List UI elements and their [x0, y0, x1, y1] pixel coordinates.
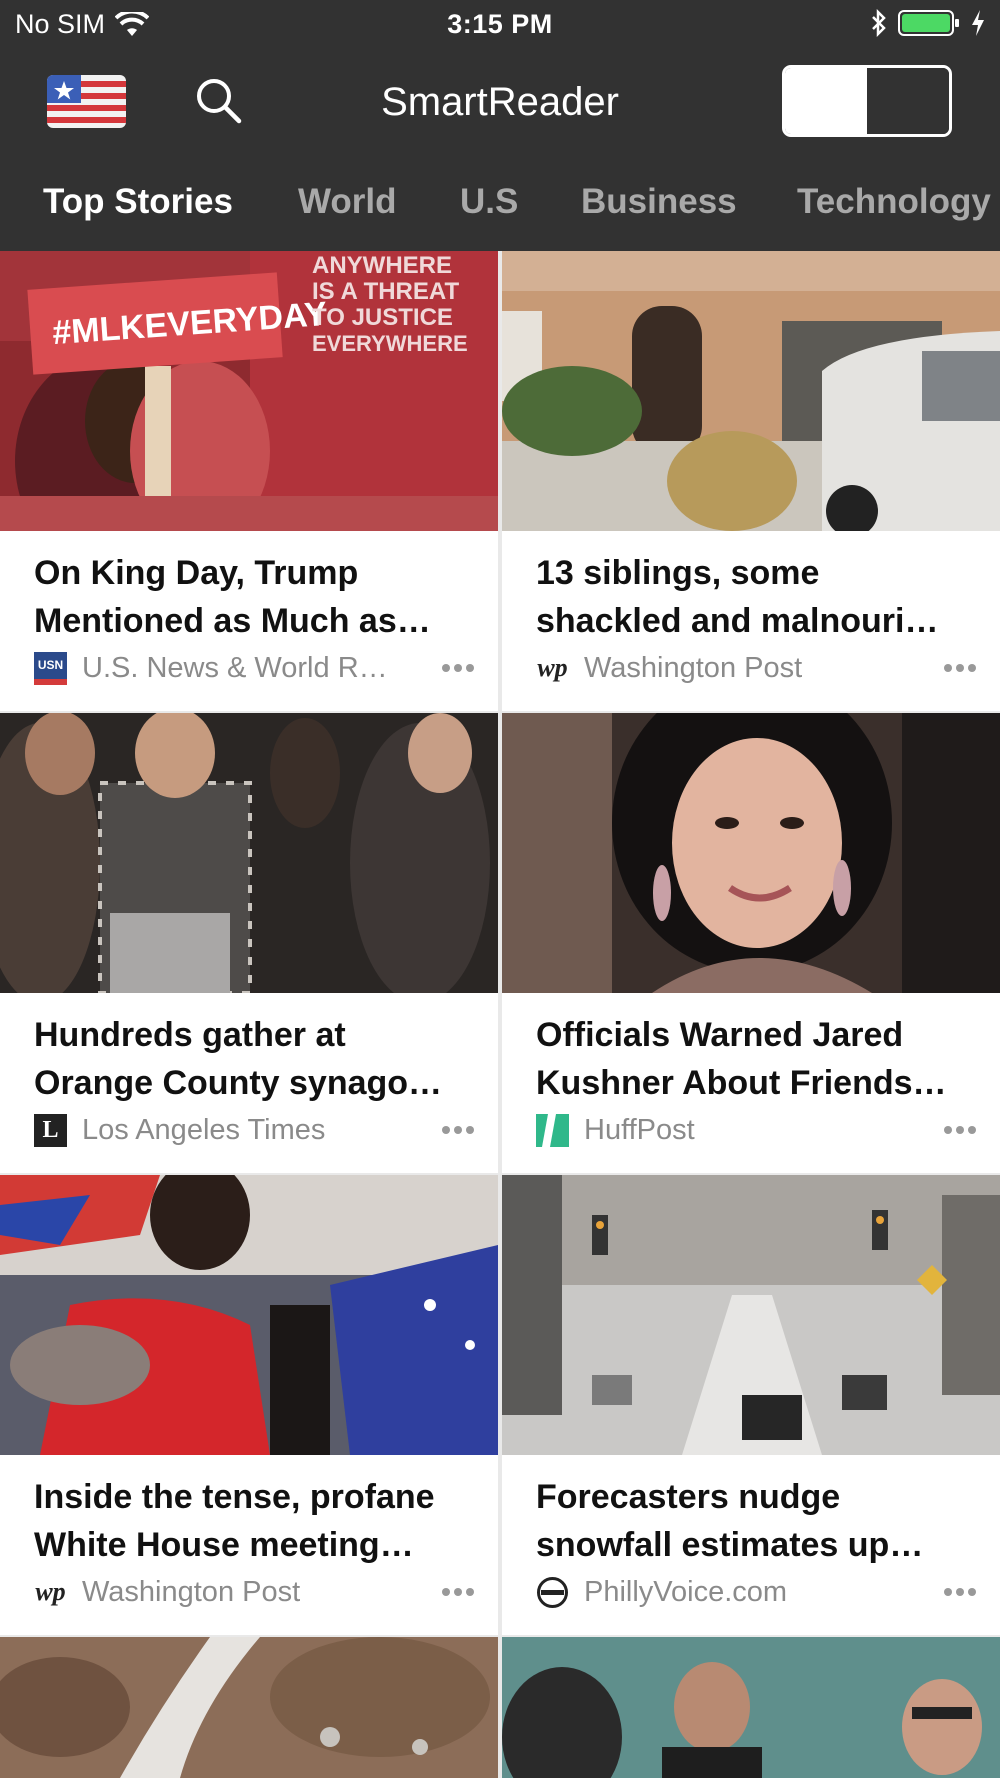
article-source[interactable]: Los Angeles Times [82, 1114, 434, 1147]
article-card[interactable]: Officials Warned Jared Kushner About Fri… [502, 713, 1000, 1173]
article-card[interactable]: 13 siblings, some shackled and malnouri…… [502, 251, 1000, 711]
article-image [502, 1175, 1000, 1455]
dark-mode-option[interactable] [867, 68, 949, 134]
article-card[interactable] [502, 1637, 1000, 1778]
category-tabs: Top Stories World U.S Business Technolog… [0, 170, 1000, 240]
tab-business[interactable]: Business [581, 182, 737, 222]
light-mode-option[interactable] [785, 68, 867, 134]
article-headline: Inside the tense, profane White House me… [34, 1478, 435, 1564]
more-options-icon[interactable] [936, 1574, 976, 1610]
article-source[interactable]: Washington Post [584, 652, 936, 685]
more-options-icon[interactable] [936, 650, 976, 686]
more-options-icon[interactable] [936, 1112, 976, 1148]
tab-top-stories[interactable]: Top Stories [43, 182, 233, 222]
article-headline: 13 siblings, some shackled and malnouri… [536, 554, 939, 640]
article-source[interactable]: Washington Post [82, 1576, 434, 1609]
article-meta: wp Washington Post [34, 1574, 474, 1610]
article-card[interactable]: Forecasters nudge snowfall estimates up…… [502, 1175, 1000, 1635]
article-image: #MLKEVERYDAY ANYWHERE IS A THREAT TO JUS… [0, 251, 498, 531]
shirt-text-2: IS A THREAT [312, 278, 459, 305]
article-meta: USN U.S. News & World R… [34, 650, 474, 686]
article-image [0, 1175, 498, 1455]
shirt-text-1: ANYWHERE [312, 252, 452, 279]
more-options-icon[interactable] [434, 1574, 474, 1610]
article-source[interactable]: HuffPost [584, 1114, 936, 1147]
usn-logo-icon: USN [34, 651, 67, 685]
article-card[interactable]: Inside the tense, profane White House me… [0, 1175, 498, 1635]
tab-us[interactable]: U.S [460, 182, 518, 222]
article-image [502, 1637, 1000, 1778]
article-card[interactable]: Hundreds gather at Orange County synago…… [0, 713, 498, 1173]
app-bar: SmartReader [0, 58, 1000, 148]
article-image [0, 713, 498, 993]
status-bar: No SIM 3:15 PM [0, 0, 1000, 50]
wp-logo-icon: wp [537, 653, 568, 682]
theme-toggle[interactable] [782, 65, 952, 137]
article-meta: wp Washington Post [536, 650, 976, 686]
article-meta: L Los Angeles Times [34, 1112, 474, 1148]
battery-icon [898, 10, 959, 36]
shirt-text-3: TO JUSTICE [312, 304, 453, 331]
article-headline: Hundreds gather at Orange County synago… [34, 1016, 443, 1102]
top-chrome: No SIM 3:15 PM SmartReader Top Stories W… [0, 0, 1000, 251]
phillyvoice-logo-icon [536, 1576, 569, 1609]
huffpost-logo-icon [536, 1113, 569, 1147]
article-image [502, 713, 1000, 993]
charging-icon [972, 10, 984, 36]
status-right [870, 9, 986, 37]
article-source[interactable]: U.S. News & World R… [82, 652, 434, 685]
more-options-icon[interactable] [434, 1112, 474, 1148]
article-card[interactable] [0, 1637, 498, 1778]
tab-technology[interactable]: Technology [797, 182, 991, 222]
article-meta: HuffPost [536, 1112, 976, 1148]
tab-world[interactable]: World [298, 182, 397, 222]
lat-logo-icon: L [34, 1113, 67, 1147]
article-meta: PhillyVoice.com [536, 1574, 976, 1610]
article-image [0, 1637, 498, 1778]
wp-logo-icon: wp [35, 1577, 66, 1606]
more-options-icon[interactable] [434, 650, 474, 686]
article-image [502, 251, 1000, 531]
article-headline: Officials Warned Jared Kushner About Fri… [536, 1016, 947, 1102]
article-source[interactable]: PhillyVoice.com [584, 1576, 936, 1609]
clock: 3:15 PM [447, 9, 553, 39]
article-headline: Forecasters nudge snowfall estimates up… [536, 1478, 924, 1564]
article-card[interactable]: #MLKEVERYDAY ANYWHERE IS A THREAT TO JUS… [0, 251, 498, 711]
bluetooth-icon [872, 9, 886, 37]
shirt-text-4: EVERYWHERE [312, 331, 468, 356]
article-headline: On King Day, Trump Mentioned as Much as… [34, 554, 431, 640]
